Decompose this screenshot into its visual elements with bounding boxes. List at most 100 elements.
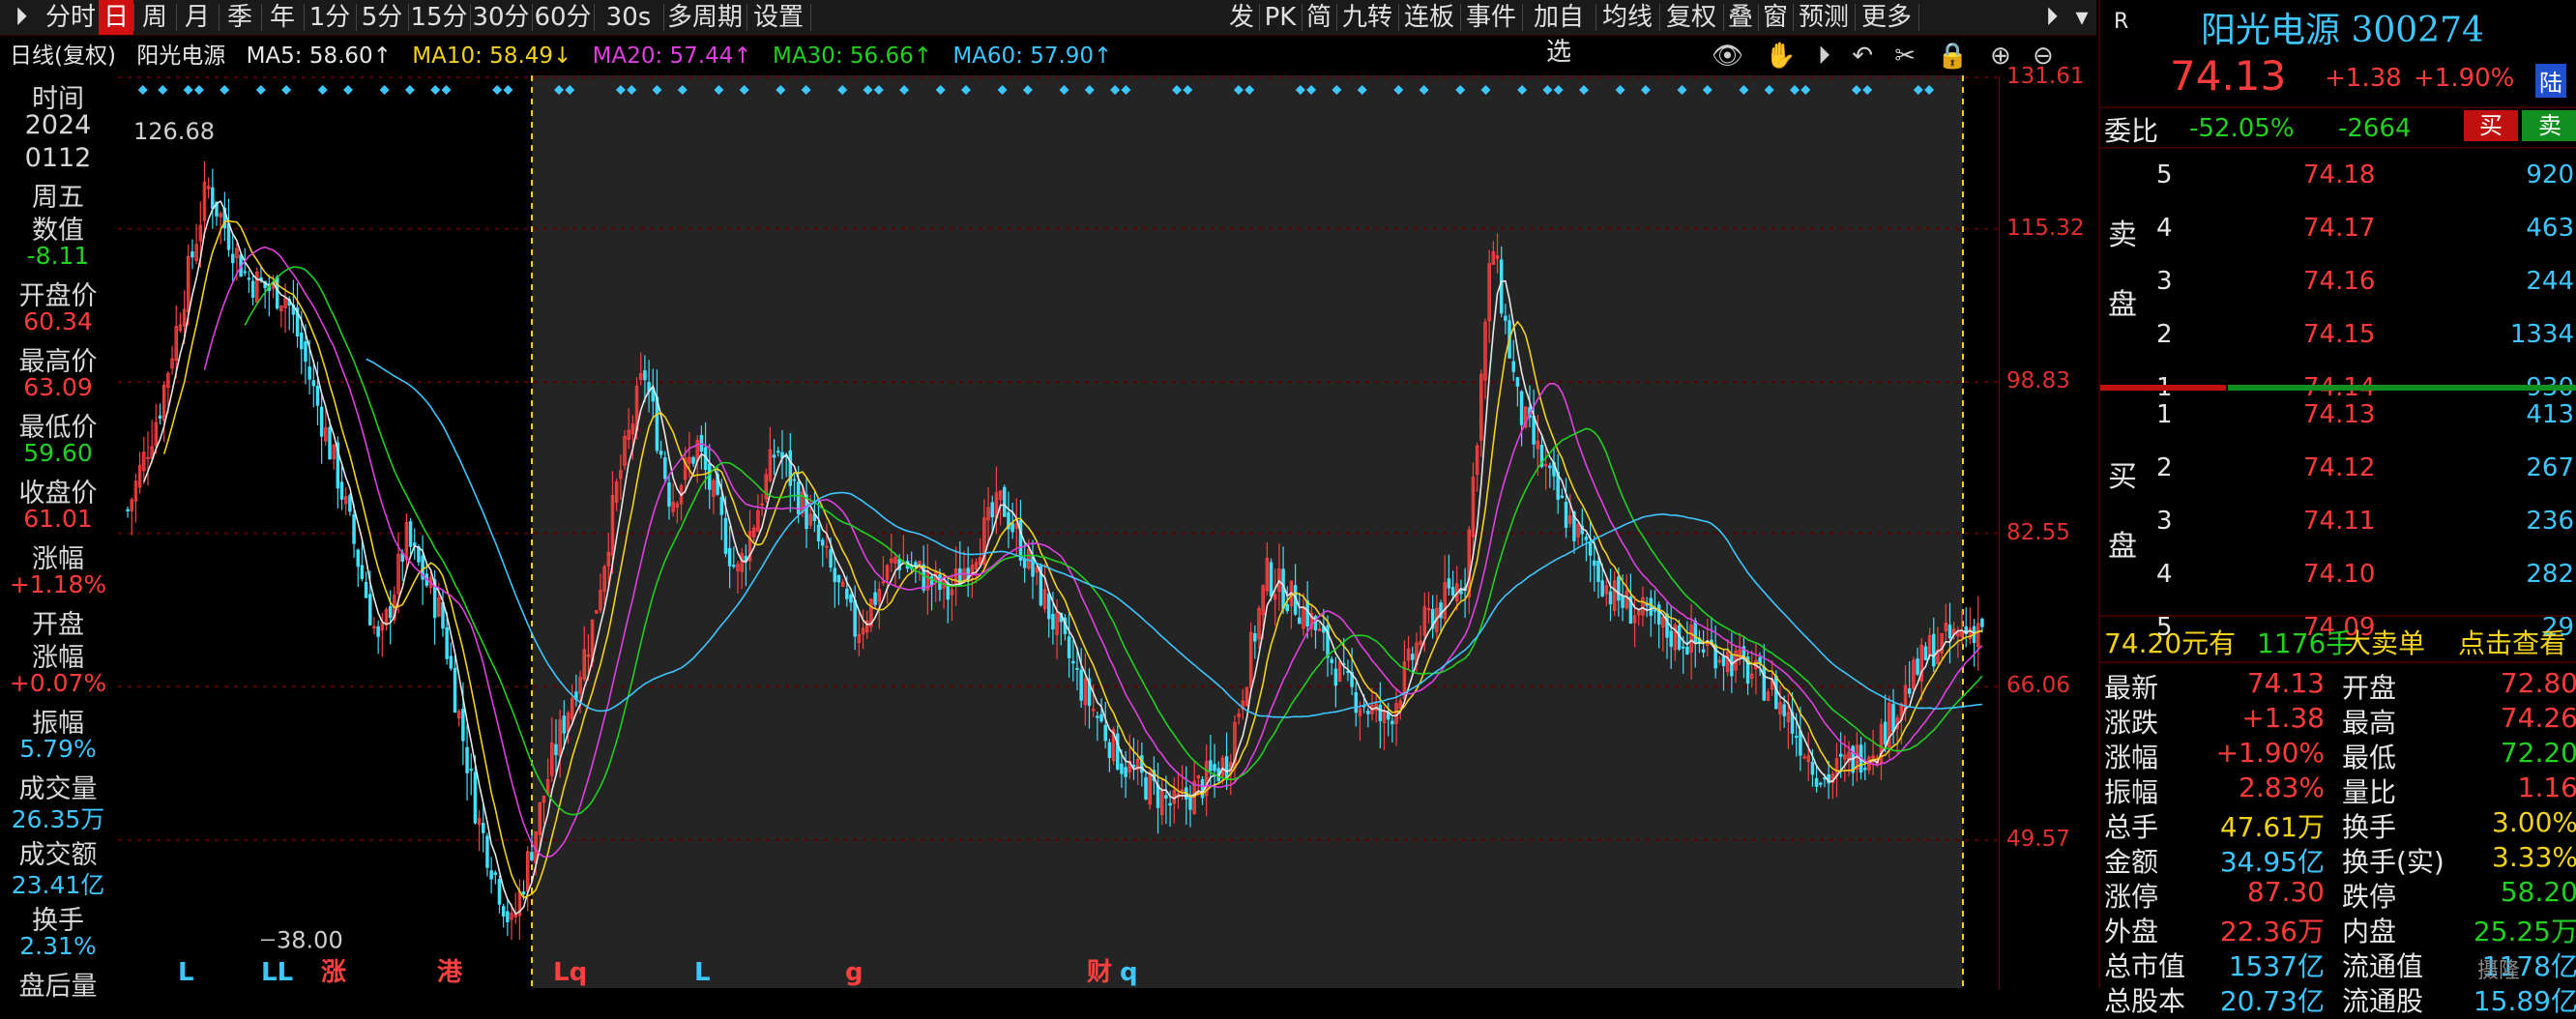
candle-body (1810, 762, 1815, 775)
tool-button-12[interactable]: 更多 (1855, 0, 1918, 35)
candle-body (1144, 776, 1148, 800)
candle-body (501, 906, 506, 917)
dropdown-chevron-icon[interactable]: ▾ (2069, 0, 2094, 35)
candle-body (873, 592, 877, 605)
candle-body (732, 565, 736, 568)
asks-price: 74.16 (2303, 267, 2376, 296)
big-order-link[interactable]: 点击查看 (2458, 623, 2566, 661)
ma-legend-bar: 日线(复权) 阳光电源 MA5: 58.60↑ MA10: 58.49↓ MA2… (0, 37, 2096, 75)
stat-v1: 34.95亿 (2219, 846, 2325, 878)
stat-v1: 20.73亿 (2219, 985, 2325, 1017)
period-tab-10[interactable]: 60分 (532, 0, 594, 35)
event-marker: LL (261, 958, 293, 987)
bids-level: 3 (2156, 507, 2173, 536)
candle-body (1071, 660, 1075, 664)
tool-button-0[interactable]: 发 (1224, 0, 1259, 35)
candle-body (849, 595, 853, 603)
tool-button-9[interactable]: 叠 (1723, 0, 1758, 35)
undo-icon[interactable]: ↶ (1852, 42, 1873, 71)
candle-body (489, 870, 493, 880)
ma30-label[interactable]: MA30: 56.66↑ (773, 44, 932, 69)
lock-icon[interactable]: 🔒 (1937, 42, 1968, 71)
event-marker: L (178, 958, 194, 987)
period-label: 日线(复权) (10, 44, 116, 69)
asks-level: 2 (2156, 320, 2173, 349)
panel-toggle-icon[interactable]: ⏵ (2034, 0, 2069, 35)
bids-price: 74.13 (2303, 400, 2376, 429)
tool-button-3[interactable]: 九转 (1336, 0, 1398, 35)
tool-button-7[interactable]: 均线 (1595, 0, 1659, 35)
collapse-icon[interactable]: ⏵ (4, 0, 39, 35)
ask-side-label-2: 盘 (2108, 288, 2137, 322)
stat-l2: 流通股 (2342, 985, 2424, 1017)
period-tab-3[interactable]: 月 (176, 0, 219, 35)
period-tab-2[interactable]: 周 (133, 0, 176, 35)
candle-body (1774, 675, 1778, 710)
stat-l1: 振幅 (2104, 776, 2159, 808)
candle-body (836, 574, 841, 583)
weibi-label: 委比 (2104, 115, 2159, 147)
candle-body (1103, 724, 1107, 742)
info-value: 5.79% (19, 735, 97, 763)
tool-button-1[interactable]: PK (1259, 0, 1302, 35)
candle-body (1120, 763, 1124, 774)
candle-body (562, 715, 567, 734)
candle-body (230, 253, 235, 264)
buy-button[interactable]: 买 (2464, 110, 2518, 141)
period-tab-12[interactable]: 多周期 (663, 0, 746, 35)
asks-price: 74.18 (2303, 160, 2376, 189)
tool-button-2[interactable]: 简 (1302, 0, 1336, 35)
candle-body (482, 823, 485, 833)
candle-body (1584, 537, 1589, 540)
event-diamond (430, 85, 441, 95)
tool-button-4[interactable]: 连板 (1398, 0, 1460, 35)
asks-level: 4 (2156, 214, 2173, 243)
tool-button-8[interactable]: 复权 (1659, 0, 1723, 35)
hand-icon[interactable]: ✋ (1765, 42, 1796, 71)
candlestick-chart[interactable]: 126.6838.00L LL 涨港 Lq Lg 财 q (118, 75, 2000, 988)
candle-body (1511, 361, 1515, 372)
period-tab-7[interactable]: 5分 (356, 0, 408, 35)
stat-v2: 25.25万 (2473, 916, 2576, 947)
stat-l2: 最低 (2342, 742, 2397, 773)
ma10-label[interactable]: MA10: 58.49↓ (412, 44, 571, 69)
asks-price: 74.17 (2303, 214, 2376, 243)
period-tab-4[interactable]: 季 (219, 0, 261, 35)
ma5-label[interactable]: MA5: 58.60↑ (247, 44, 392, 69)
period-tab-8[interactable]: 15分 (408, 0, 470, 35)
scissors-icon[interactable]: ✂ (1894, 42, 1916, 71)
tool-button-11[interactable]: 预测 (1793, 0, 1855, 35)
period-tab-9[interactable]: 30分 (470, 0, 532, 35)
period-tab-0[interactable]: 分时 (43, 0, 99, 35)
high-price-label: 126.68 (133, 118, 215, 145)
tool-button-10[interactable]: 窗 (1758, 0, 1793, 35)
candle-body (1862, 768, 1867, 771)
candle-body (408, 521, 413, 547)
ma60-label[interactable]: MA60: 57.90↑ (952, 44, 1112, 69)
info-value: +1.18% (9, 570, 107, 598)
period-tab-11[interactable]: 30s (594, 0, 663, 35)
period-tab-6[interactable]: 1分 (304, 0, 356, 35)
candle-body (663, 457, 667, 480)
ma20-label[interactable]: MA20: 57.44↑ (593, 44, 752, 69)
play-icon[interactable]: ⏵ (1818, 42, 1830, 71)
period-tab-13[interactable]: 设置 (746, 0, 810, 35)
sell-button[interactable]: 卖 (2522, 110, 2576, 141)
info-label: 盘后量 (18, 972, 98, 1002)
tool-button-6[interactable]: 加自选 (1522, 0, 1595, 67)
period-tab-1[interactable]: 日 (99, 0, 133, 35)
candle-body (1669, 630, 1673, 648)
candle-body (833, 568, 837, 583)
info-value: 60.34 (23, 307, 93, 335)
selected-range (532, 75, 1963, 988)
candle-body (1621, 596, 1625, 608)
stat-v1: 74.13 (2246, 667, 2325, 699)
candle-body (1253, 632, 1257, 642)
event-diamond (379, 85, 390, 95)
period-tab-5[interactable]: 年 (261, 0, 304, 35)
candle-body (990, 502, 994, 518)
candle-body (1685, 646, 1689, 655)
tool-button-5[interactable]: 事件 (1460, 0, 1522, 35)
candle-body (1916, 658, 1919, 675)
eye-icon[interactable]: 👁 (1712, 42, 1743, 71)
